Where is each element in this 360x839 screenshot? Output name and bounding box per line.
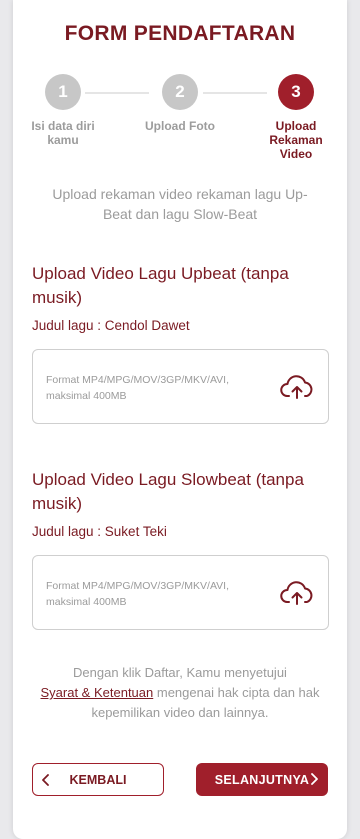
slowbeat-upload-dropzone[interactable]: Format MP4/MPG/MOV/3GP/MKV/AVI, maksimal… bbox=[32, 555, 329, 630]
step-number: 1 bbox=[45, 74, 81, 110]
step-label: Upload Rekaman Video bbox=[269, 119, 323, 161]
step-number: 2 bbox=[162, 74, 198, 110]
consent-before: Dengan klik Daftar, Kamu menyetujui bbox=[73, 665, 287, 680]
cloud-upload-icon[interactable] bbox=[280, 580, 314, 606]
upbeat-section-title: Upload Video Lagu Upbeat (tanpa musik) bbox=[32, 264, 289, 307]
step-label: Isi data diri kamu bbox=[31, 119, 95, 147]
upload-format-hint: Format MP4/MPG/MOV/3GP/MKV/AVI, maksimal… bbox=[46, 580, 230, 608]
step-number: 3 bbox=[278, 74, 314, 110]
slowbeat-section-title: Upload Video Lagu Slowbeat (tanpa musik) bbox=[32, 470, 304, 513]
upbeat-song-title: Judul lagu : Cendol Dawet bbox=[32, 318, 190, 333]
next-button[interactable]: SELANJUTNYA bbox=[196, 763, 328, 796]
step-3[interactable]: 3 Upload Rekaman Video bbox=[251, 74, 341, 161]
chevron-right-icon bbox=[311, 773, 318, 785]
slowbeat-song-title: Judul lagu : Suket Teki bbox=[32, 524, 167, 539]
back-button[interactable]: KEMBALI bbox=[32, 763, 164, 796]
step-label: Upload Foto bbox=[145, 119, 215, 133]
step-1[interactable]: 1 Isi data diri kamu bbox=[18, 74, 108, 147]
step-2[interactable]: 2 Upload Foto bbox=[135, 74, 225, 133]
cloud-upload-icon[interactable] bbox=[280, 374, 314, 400]
terms-link[interactable]: Syarat & Ketentuan bbox=[41, 685, 154, 700]
consent-text: Dengan klik Daftar, Kamu menyetujui Syar… bbox=[37, 663, 323, 723]
upload-format-hint: Format MP4/MPG/MOV/3GP/MKV/AVI, maksimal… bbox=[46, 374, 230, 402]
back-button-label: KEMBALI bbox=[69, 772, 127, 787]
chevron-left-icon bbox=[42, 774, 49, 786]
intro-text: Upload rekaman video rekaman lagu Up-Bea… bbox=[52, 186, 308, 222]
stepper: 1 Isi data diri kamu 2 Upload Foto 3 Upl… bbox=[13, 74, 347, 174]
page-title: FORM PENDAFTARAN bbox=[64, 22, 296, 45]
next-button-label: SELANJUTNYA bbox=[214, 772, 310, 787]
registration-card: FORM PENDAFTARAN 1 Isi data diri kamu 2 … bbox=[13, 0, 347, 839]
upbeat-upload-dropzone[interactable]: Format MP4/MPG/MOV/3GP/MKV/AVI, maksimal… bbox=[32, 349, 329, 424]
